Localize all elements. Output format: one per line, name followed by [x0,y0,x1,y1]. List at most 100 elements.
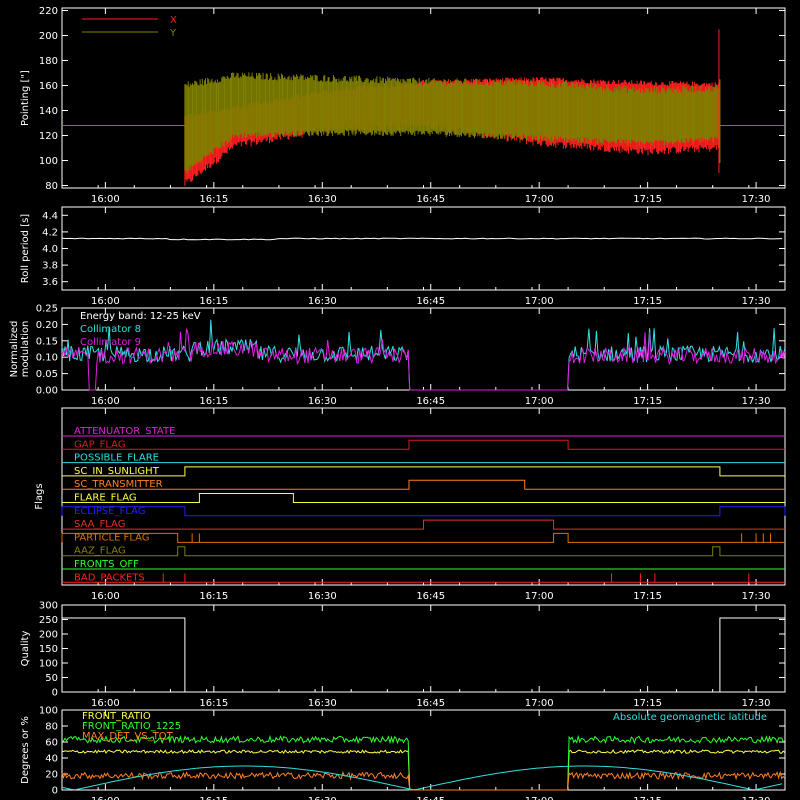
time-tick-label: 16:45 [416,698,445,709]
time-tick-label: 17:30 [742,396,771,407]
flag-label: ATTENUATOR_STATE [74,426,175,437]
y-tick-label: 150 [39,644,58,655]
y-tick-label: 3.6 [42,277,58,288]
y-tick-label: 60 [45,738,58,749]
legend-collimator-8: Collimator 8 [80,324,141,335]
time-tick-label: 16:15 [199,698,228,709]
roll-period-series [61,237,783,241]
legend-y-label: Y [169,28,177,39]
flag-line [62,466,785,477]
y-tick-label: 4.0 [42,244,58,255]
y-tick-label: 120 [39,131,58,142]
time-tick-label: 16:00 [91,396,120,407]
y-tick-label: 220 [39,6,58,17]
y-tick-label: 0 [52,786,58,797]
time-tick-label: 16:30 [308,194,337,205]
time-tick-label: 16:30 [308,591,337,602]
y-tick-label: 140 [39,106,58,117]
y-tick-label: 300 [39,601,58,612]
y-tick-label: 0.20 [36,320,58,331]
time-tick-label: 16:15 [199,296,228,307]
time-tick-label: 16:00 [91,698,120,709]
time-tick-label: 17:00 [525,698,554,709]
y-tick-label: 0.00 [36,386,58,397]
series-front-ratio [61,749,786,791]
legend-max-det-vs-tot: MAX_DET_VS_TOT [82,731,174,742]
time-tick-label: 16:30 [308,796,337,800]
flag-label: SAA_FLAG [74,519,125,530]
time-tick-label: 16:15 [199,796,228,800]
flag-label: FRONTS_OFF [74,559,139,570]
time-tick-label: 17:15 [633,796,662,800]
time-tick-label: 16:45 [416,591,445,602]
time-tick-label: 17:15 [633,194,662,205]
time-tick-label: 16:45 [416,296,445,307]
legend-x-label: X [170,15,177,26]
time-tick-label: 17:00 [525,396,554,407]
series-front-ratio-1225 [61,734,785,791]
y-axis-label: Flags [34,483,45,509]
flag-label: POSSIBLE_FLARE [74,453,159,464]
time-tick-label: 16:00 [91,296,120,307]
modulation-series-collimator-9 [61,328,786,391]
time-tick-label: 17:15 [633,296,662,307]
time-tick-label: 17:15 [633,591,662,602]
time-tick-label: 17:30 [742,796,771,800]
flag-line [62,546,785,557]
y-tick-label: 100 [39,156,58,167]
quality-series [62,617,785,693]
y-tick-label: 0.10 [36,353,58,364]
y-tick-label: 180 [39,56,58,67]
flag-line [62,519,785,530]
legend-collimator-9: Collimator 9 [80,337,141,348]
time-tick-label: 17:30 [742,698,771,709]
time-tick-label: 16:30 [308,698,337,709]
time-tick-label: 16:30 [308,396,337,407]
time-tick-label: 17:00 [525,296,554,307]
y-tick-label: 100 [39,706,58,717]
y-axis-label: Normalized [9,321,20,378]
flag-label: BAD_PACKETS [74,572,145,583]
y-tick-label: 40 [45,754,58,765]
legend-geomagnetic-latitude: Absolute geomagnetic latitude [613,712,767,723]
time-tick-label: 16:45 [416,396,445,407]
time-tick-label: 17:15 [633,698,662,709]
flag-label: FLARE_FLAG [74,493,137,504]
y-tick-label: 80 [45,181,58,192]
y-tick-label: 3.8 [42,261,58,272]
y-axis-label: Pointing ["] [20,70,31,126]
time-tick-label: 17:00 [525,194,554,205]
time-tick-label: 17:30 [742,296,771,307]
y-tick-label: 200 [39,31,58,42]
time-tick-label: 16:45 [416,796,445,800]
y-tick-label: 80 [45,722,58,733]
y-tick-label: 4.2 [42,227,58,238]
y-tick-label: 200 [39,630,58,641]
time-tick-label: 16:00 [91,796,120,800]
y-tick-label: 20 [45,770,58,781]
flag-line [62,479,785,490]
y-tick-label: 50 [45,673,58,684]
time-tick-label: 16:45 [416,194,445,205]
y-axis-label: Quality [20,631,31,667]
flag-label: AAZ_FLAG [74,546,126,557]
time-tick-label: 17:00 [525,591,554,602]
time-tick-label: 16:15 [199,194,228,205]
y-axis-label: Roll period [s] [20,214,31,283]
y-tick-label: 4.4 [42,211,58,222]
series-absolute-geomagnetic-latitude [61,765,783,791]
time-tick-label: 17:30 [742,194,771,205]
flag-label: SC_IN_SUNLIGHT [74,466,160,477]
flag-label: PARTICLE FLAG [74,532,150,543]
y-tick-label: 0 [52,688,58,699]
stacked-time-series-chart: 16:00 16:15 16:30 16:45 17:00 17:15 17:30 80 100… [9,6,786,800]
flag-label: SC_TRANSMITTER [74,479,163,490]
time-tick-label: 16:00 [91,194,120,205]
flag-line [61,532,785,543]
time-tick-label: 16:00 [91,591,120,602]
y-tick-label: 100 [39,659,58,670]
flag-label: GAP_FLAG [74,439,126,450]
legend-energy-band: Energy band: 12-25 keV [80,311,201,322]
y-tick-label: 0.05 [36,369,58,380]
flag-line [62,493,785,503]
